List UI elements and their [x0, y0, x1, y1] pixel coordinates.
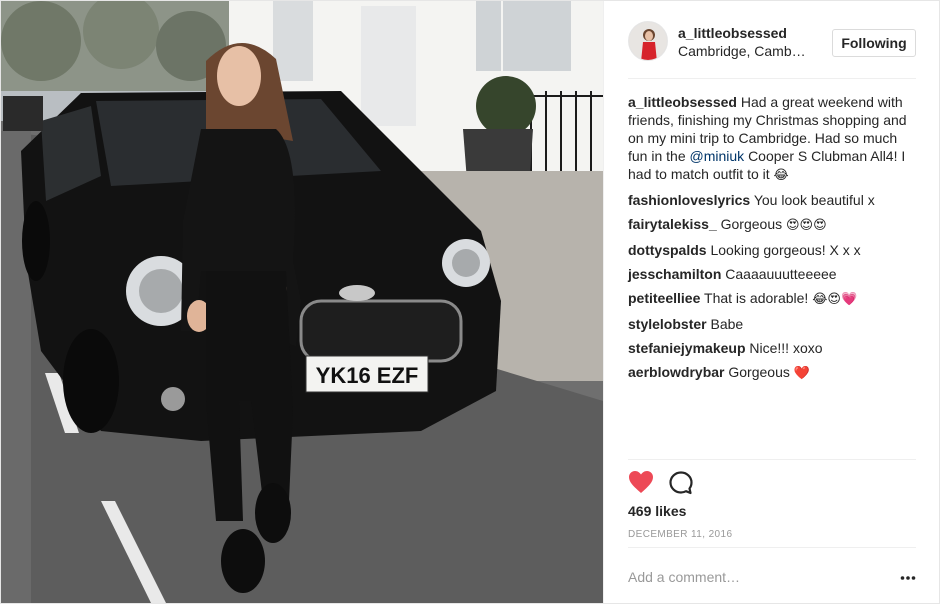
- comment-text: Babe: [710, 316, 744, 332]
- comments-list: a_littleobsessed Had a great weekend wit…: [628, 93, 918, 389]
- comment-username[interactable]: petiteelliee: [628, 290, 700, 306]
- following-button[interactable]: Following: [832, 29, 916, 57]
- post-author-username[interactable]: a_littleobsessed: [678, 25, 787, 41]
- comment-username[interactable]: stylelobster: [628, 316, 707, 332]
- instagram-post: YK16 EZF a_littleobsessed Cambridge, Cam…: [0, 0, 940, 604]
- comment-item: stylelobster Babe: [628, 315, 918, 333]
- comment-text: Gorgeous: [728, 364, 790, 380]
- comment-username[interactable]: dottyspalds: [628, 242, 707, 258]
- caption-emoji: 😂: [773, 168, 789, 183]
- comment-text: Gorgeous: [720, 216, 783, 232]
- post-photo[interactable]: YK16 EZF: [1, 1, 603, 603]
- comment-item: stefaniejymakeup Nice!!! xoxo: [628, 339, 918, 357]
- comment-text: Nice!!! xoxo: [749, 340, 823, 356]
- comment-text: Caaaauuutteeeee: [725, 266, 837, 282]
- comment-emoji: 😍😍😍: [786, 218, 827, 233]
- caption-mention-link[interactable]: @miniuk: [690, 148, 745, 164]
- comment-item: fashionloveslyrics You look beautiful x: [628, 191, 918, 209]
- comment-item: dottyspalds Looking gorgeous! X x x: [628, 241, 918, 259]
- comment-username[interactable]: fairytalekiss_: [628, 216, 717, 232]
- caption-username[interactable]: a_littleobsessed: [628, 94, 737, 110]
- comment-item: aerblowdrybar Gorgeous ❤️: [628, 363, 918, 383]
- comment-text: That is adorable!: [704, 290, 809, 306]
- avatar[interactable]: [628, 21, 668, 61]
- more-options-icon[interactable]: [900, 570, 916, 580]
- photo-illustration: YK16 EZF: [1, 1, 603, 603]
- avatar-image: [629, 22, 667, 60]
- comment-item: fairytalekiss_ Gorgeous 😍😍😍: [628, 215, 918, 235]
- heart-icon[interactable]: [628, 470, 654, 494]
- post-header: a_littleobsessed Cambridge, Camb… Follow…: [628, 19, 916, 79]
- post-location[interactable]: Cambridge, Camb…: [678, 43, 806, 59]
- number-plate-text: YK16 EZF: [316, 363, 419, 388]
- post-date[interactable]: DECEMBER 11, 2016: [628, 529, 732, 540]
- add-comment-bar: [628, 547, 916, 601]
- post-caption: a_littleobsessed Had a great weekend wit…: [628, 93, 918, 185]
- post-actions: [628, 459, 916, 499]
- comment-username[interactable]: aerblowdrybar: [628, 364, 724, 380]
- add-comment-input[interactable]: [628, 566, 878, 588]
- comment-text: Looking gorgeous! X x x: [710, 242, 861, 258]
- comment-item: petiteelliee That is adorable! 😂😍💗: [628, 289, 918, 309]
- post-sidebar: a_littleobsessed Cambridge, Camb… Follow…: [603, 1, 939, 603]
- comment-username[interactable]: jesschamilton: [628, 266, 721, 282]
- heart-icon-svg: [629, 471, 653, 493]
- comment-username[interactable]: stefaniejymakeup: [628, 340, 746, 356]
- comment-bubble-icon-svg: [669, 471, 693, 495]
- comment-bubble-icon[interactable]: [668, 470, 694, 496]
- comment-text: You look beautiful x: [753, 192, 875, 208]
- comment-item: jesschamilton Caaaauuutteeeee: [628, 265, 918, 283]
- comment-emoji: 😂😍💗: [812, 292, 858, 307]
- more-options-icon-svg: [900, 576, 916, 580]
- comment-emoji: ❤️: [793, 366, 810, 381]
- comment-username[interactable]: fashionloveslyrics: [628, 192, 750, 208]
- likes-count[interactable]: 469 likes: [628, 503, 686, 519]
